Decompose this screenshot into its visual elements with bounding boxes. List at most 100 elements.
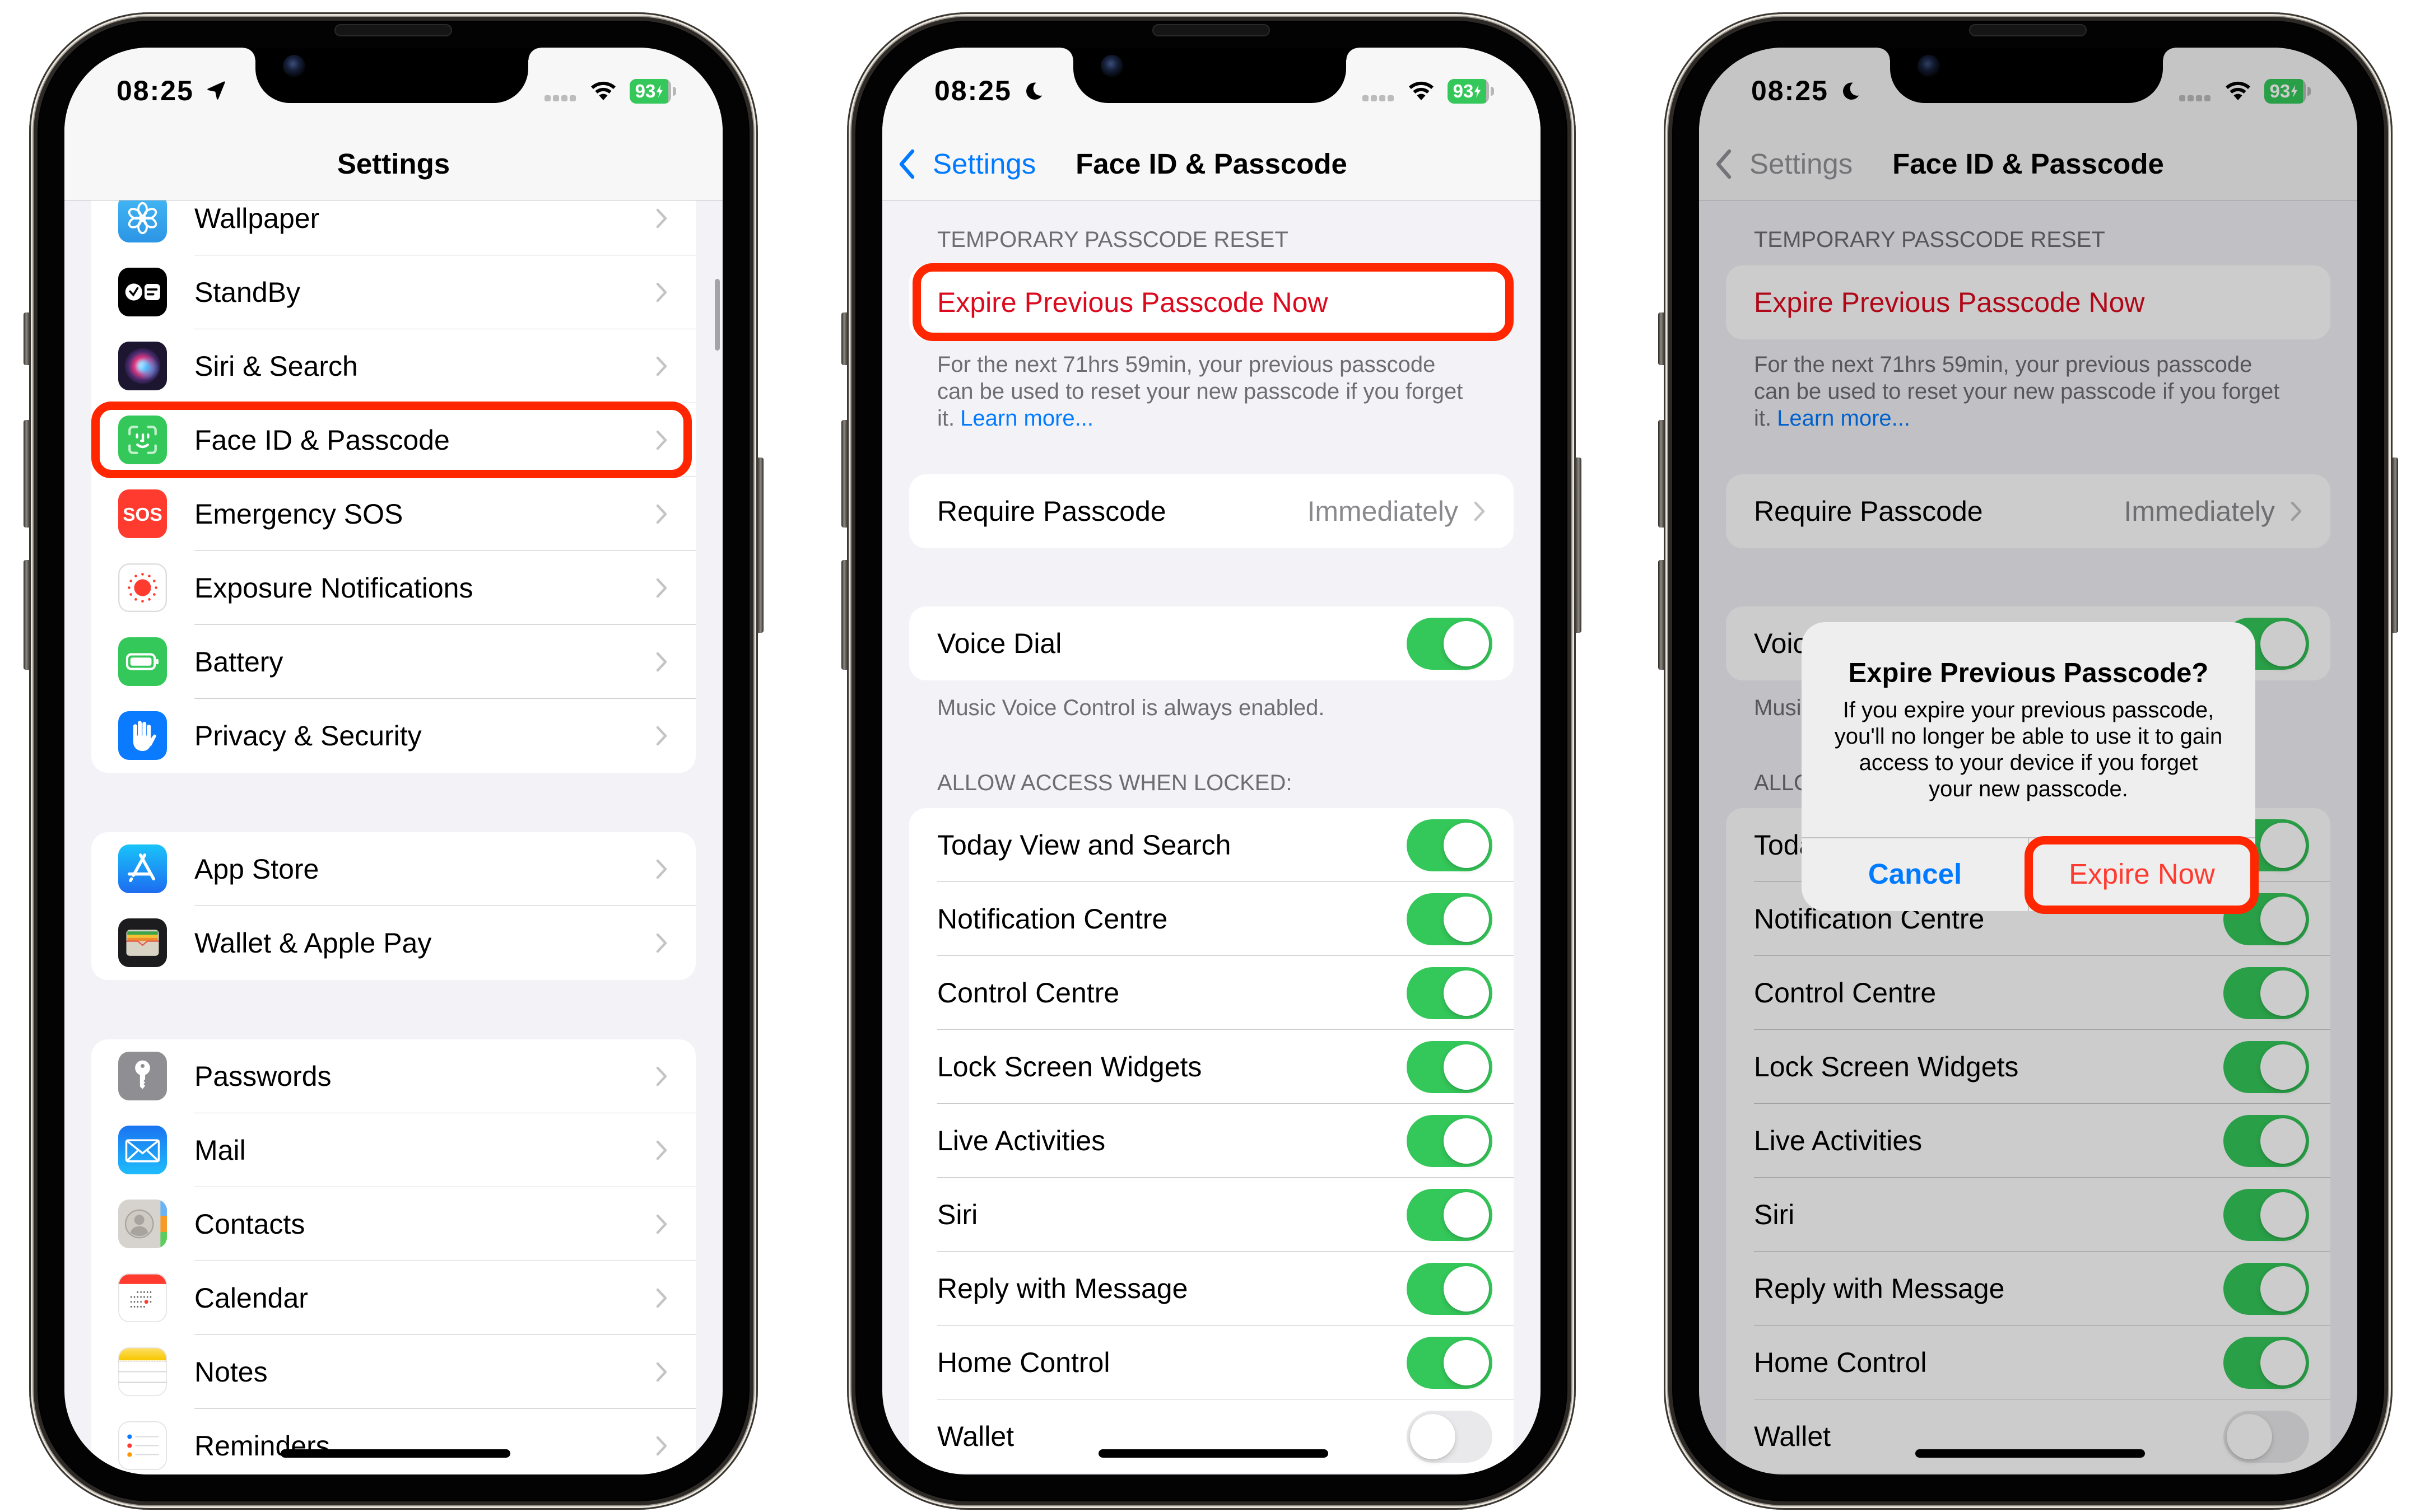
iphone-expire-passcode-alert: TEMPORARY PASSCODE RESET Expire Previous…	[1658, 12, 2398, 1510]
description-line: it.	[937, 406, 955, 431]
allow-access-group: Today View and Search Notification Centr…	[909, 808, 1514, 1473]
chevron-right-icon	[656, 652, 667, 672]
settings-item-calendar[interactable]: Calendar	[91, 1261, 696, 1335]
settings-screen: Wallpaper StandBy Siri & Search Face ID …	[64, 48, 723, 1474]
live-activities-toggle[interactable]	[1407, 1115, 1492, 1167]
settings-item-wallet-apple-pay[interactable]: Wallet & Apple Pay	[91, 906, 696, 980]
siri-toggle[interactable]	[1407, 1189, 1492, 1241]
toggle-row-live-activities: Live Activities	[909, 1104, 1514, 1178]
volume-up-button	[1658, 420, 1664, 528]
notification-centre-toggle[interactable]	[1407, 893, 1492, 945]
voice-dial-label: Voice Dial	[937, 628, 1062, 659]
app-store-icon	[118, 844, 167, 893]
wallpaper-icon	[118, 194, 167, 242]
wifi-icon	[1409, 81, 1434, 100]
settings-item-passwords[interactable]: Passwords	[91, 1039, 696, 1113]
action-button	[24, 312, 30, 365]
settings-item-contacts[interactable]: Contacts	[91, 1187, 696, 1261]
side-button	[2392, 458, 2398, 633]
voice-dial-footer: Music Voice Control is always enabled.	[937, 696, 1325, 720]
control-centre-toggle[interactable]	[1407, 967, 1492, 1019]
chevron-right-icon	[656, 1362, 667, 1382]
toggle-row-control-centre: Control Centre	[909, 956, 1514, 1030]
settings-item-battery[interactable]: Battery	[91, 625, 696, 699]
contacts-icon	[118, 1200, 167, 1248]
settings-item-notes[interactable]: Notes	[91, 1335, 696, 1409]
section-header-temporary-reset: TEMPORARY PASSCODE RESET	[937, 227, 1288, 252]
iphone-settings: Wallpaper StandBy Siri & Search Face ID …	[24, 12, 764, 1510]
settings-item-standby[interactable]: StandBy	[91, 255, 696, 329]
action-button	[1658, 312, 1664, 365]
alert-title: Expire Previous Passcode?	[1848, 658, 2209, 688]
back-button[interactable]: Settings	[898, 147, 1036, 181]
cellular-signal-icon	[1362, 95, 1394, 101]
battery-level: 93	[635, 81, 656, 101]
require-passcode-group: Require Passcode Immediately	[909, 474, 1514, 548]
emergency-sos-icon: SOS	[118, 489, 167, 538]
cancel-button[interactable]: Cancel	[1802, 837, 2028, 911]
home-indicator[interactable]	[1099, 1449, 1328, 1458]
row-label: Reply with Message	[937, 1273, 1188, 1304]
settings-item-privacy-security[interactable]: Privacy & Security	[91, 699, 696, 773]
location-arrow-icon	[207, 81, 225, 100]
row-label: Home Control	[937, 1347, 1110, 1378]
battery-level: 93	[1453, 81, 1474, 101]
cellular-signal-icon	[544, 95, 576, 101]
volume-down-button	[24, 560, 30, 670]
toggle-knob	[1444, 897, 1489, 942]
chevron-right-icon	[656, 1436, 667, 1456]
learn-more-link[interactable]: Learn more...	[960, 406, 1093, 431]
row-label: Wallet	[937, 1421, 1014, 1452]
chevron-right-icon	[656, 504, 667, 524]
toggle-knob	[1444, 1192, 1489, 1238]
notch	[1061, 48, 1358, 103]
battery-indicator: 93	[630, 79, 671, 104]
settings-group-2: App Store Wallet & Apple Pay	[91, 832, 696, 980]
toggle-knob	[1444, 823, 1489, 868]
home-indicator[interactable]	[281, 1449, 510, 1458]
toggle-knob	[1444, 1266, 1489, 1312]
front-camera	[283, 55, 305, 77]
settings-item-reminders[interactable]: Reminders	[91, 1409, 696, 1474]
wallet-toggle[interactable]	[1407, 1411, 1492, 1463]
side-button	[757, 458, 764, 633]
volume-down-button	[1658, 560, 1664, 670]
chevron-right-icon	[656, 1140, 667, 1160]
row-label: Today View and Search	[937, 829, 1231, 861]
lock-screen-widgets-toggle[interactable]	[1407, 1041, 1492, 1093]
today-view-toggle[interactable]	[1407, 819, 1492, 871]
require-passcode-row[interactable]: Require Passcode Immediately	[909, 474, 1514, 548]
toggle-row-reply-with-message: Reply with Message	[909, 1252, 1514, 1326]
battery-icon	[118, 637, 167, 686]
front-camera	[1101, 55, 1123, 77]
home-control-toggle[interactable]	[1407, 1337, 1492, 1389]
privacy-hand-icon	[118, 711, 167, 760]
reply-with-message-toggle[interactable]	[1407, 1263, 1492, 1315]
row-label: Notification Centre	[937, 903, 1168, 935]
settings-item-exposure-notifications[interactable]: Exposure Notifications	[91, 551, 696, 625]
charging-bolt-icon	[1474, 85, 1481, 98]
settings-item-label: Reminders	[194, 1430, 330, 1462]
alert-message-line: If you expire your previous passcode,	[1842, 698, 2214, 722]
chevron-right-icon	[656, 933, 667, 953]
settings-item-label: StandBy	[194, 277, 301, 308]
settings-item-app-store[interactable]: App Store	[91, 832, 696, 906]
moon-focus-icon	[1026, 82, 1043, 100]
scroll-indicator[interactable]	[715, 279, 720, 351]
notes-icon	[118, 1347, 167, 1396]
volume-down-button	[841, 560, 848, 670]
voice-dial-toggle[interactable]	[1407, 618, 1492, 670]
chevron-right-icon	[656, 356, 667, 376]
settings-item-siri-search[interactable]: Siri & Search	[91, 329, 696, 403]
voice-dial-row: Voice Dial	[909, 606, 1514, 680]
row-label: Lock Screen Widgets	[937, 1051, 1202, 1082]
earpiece-speaker	[1152, 24, 1270, 36]
alert-message-line: access to your device if you forget	[1859, 750, 2198, 775]
settings-item-emergency-sos[interactable]: SOS Emergency SOS	[91, 477, 696, 551]
settings-item-mail[interactable]: Mail	[91, 1113, 696, 1187]
settings-item-label: Mail	[194, 1135, 246, 1166]
settings-item-label: Battery	[194, 646, 283, 678]
settings-group-3: Passwords Mail Contacts Calendar Notes R…	[91, 1039, 696, 1474]
face-id-passcode-screen: TEMPORARY PASSCODE RESET Expire Previous…	[882, 48, 1541, 1474]
toggle-knob	[1444, 1340, 1489, 1385]
